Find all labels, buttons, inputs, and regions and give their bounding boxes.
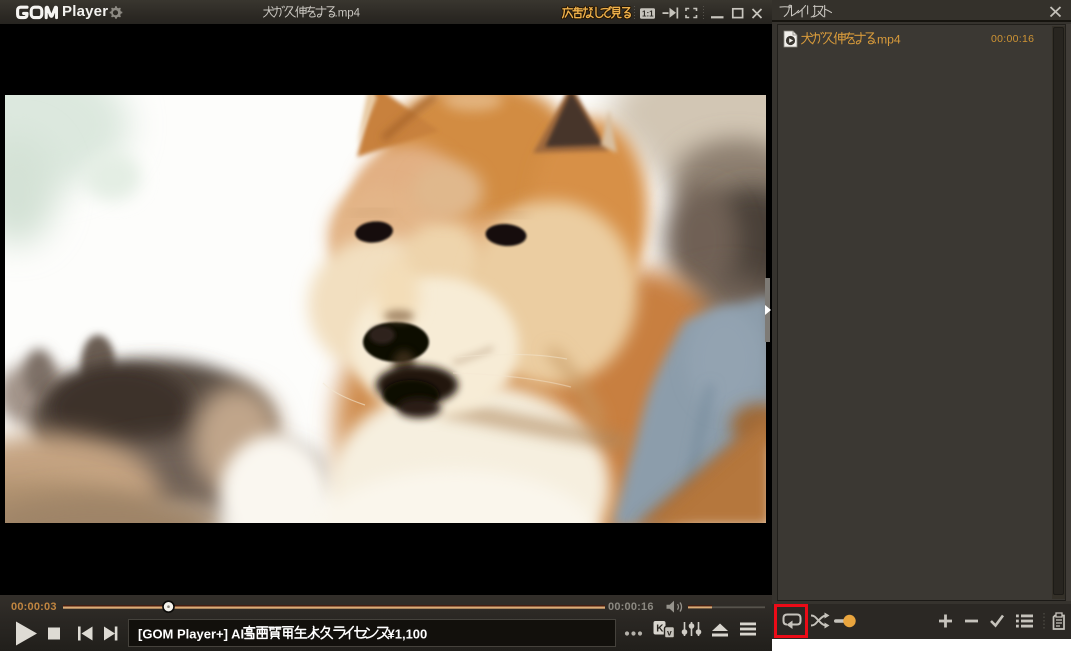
svg-text:K: K xyxy=(656,624,664,635)
svg-text:[GOM Player+] AI: [GOM Player+] AI xyxy=(138,626,244,641)
svg-text:¥1,100: ¥1,100 xyxy=(388,626,428,641)
svg-text:.mp4: .mp4 xyxy=(874,32,901,46)
svg-text:.mp4: .mp4 xyxy=(335,8,361,20)
svg-text:v: v xyxy=(667,628,672,638)
svg-text:1:1: 1:1 xyxy=(642,9,654,18)
